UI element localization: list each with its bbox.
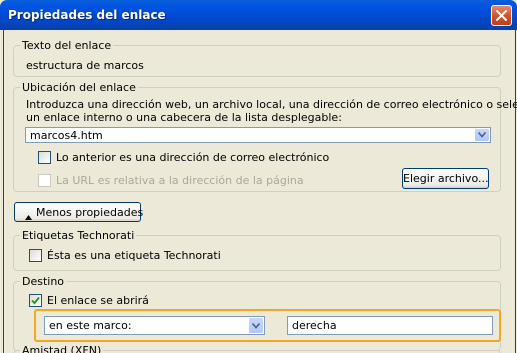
link-location-group-label: Ubicación del enlace bbox=[20, 81, 138, 94]
technorati-checkbox-label: Ésta es una etiqueta Technorati bbox=[47, 249, 221, 262]
title-bar[interactable]: Propiedades del enlace bbox=[0, 0, 517, 30]
technorati-checkbox[interactable] bbox=[29, 249, 42, 262]
target-dropdown-button[interactable] bbox=[248, 318, 263, 333]
url-combobox[interactable]: marcos4.htm bbox=[25, 127, 491, 143]
url-value: marcos4.htm bbox=[30, 129, 103, 142]
less-properties-label: Menos propiedades bbox=[36, 206, 144, 219]
link-properties-dialog: Propiedades del enlace Texto del enlace … bbox=[0, 0, 517, 353]
triangle-up-icon bbox=[25, 210, 32, 223]
url-dropdown-button[interactable] bbox=[474, 129, 489, 141]
destination-group-label: Destino bbox=[20, 275, 67, 288]
open-link-checkbox[interactable] bbox=[29, 294, 42, 307]
email-checkbox[interactable] bbox=[38, 151, 51, 164]
technorati-group-label: Etiquetas Technorati bbox=[20, 229, 137, 242]
friendship-group-label: Amistad (XFN) bbox=[20, 344, 104, 353]
target-select-value: en este marco: bbox=[49, 319, 132, 332]
relative-url-checkbox-label: La URL es relativa a la dirección de la … bbox=[56, 174, 304, 187]
technorati-group: Etiquetas Technorati Ésta es una etiquet… bbox=[13, 229, 501, 271]
link-text-value: estructura de marcos bbox=[26, 59, 144, 72]
link-text-group: Texto del enlace estructura de marcos bbox=[13, 39, 501, 77]
link-text-group-label: Texto del enlace bbox=[20, 39, 114, 52]
open-link-checkbox-label: El enlace se abrirá bbox=[47, 294, 149, 307]
choose-file-button-label: Elegir archivo... bbox=[403, 172, 489, 185]
destination-group: Destino El enlace se abrirá en este marc… bbox=[13, 275, 501, 351]
choose-file-button[interactable]: Elegir archivo... bbox=[402, 168, 489, 189]
relative-url-checkbox[interactable] bbox=[38, 174, 51, 187]
window-title: Propiedades del enlace bbox=[8, 8, 166, 22]
location-description-line1: Introduzca una dirección web, un archivo… bbox=[26, 98, 517, 111]
target-select[interactable]: en este marco: bbox=[44, 316, 265, 335]
close-button[interactable] bbox=[491, 5, 512, 26]
email-checkbox-label: Lo anterior es una dirección de correo e… bbox=[56, 151, 330, 164]
frame-name-input[interactable]: derecha bbox=[287, 316, 493, 335]
link-location-group: Ubicación del enlace Introduzca una dire… bbox=[13, 81, 517, 192]
frame-name-value: derecha bbox=[292, 319, 337, 332]
dialog-content: Texto del enlace estructura de marcos Ub… bbox=[3, 30, 517, 353]
less-properties-button[interactable]: Menos propiedades bbox=[14, 202, 144, 223]
location-description-line2: un enlace interno o una cabecera de la l… bbox=[26, 111, 342, 124]
